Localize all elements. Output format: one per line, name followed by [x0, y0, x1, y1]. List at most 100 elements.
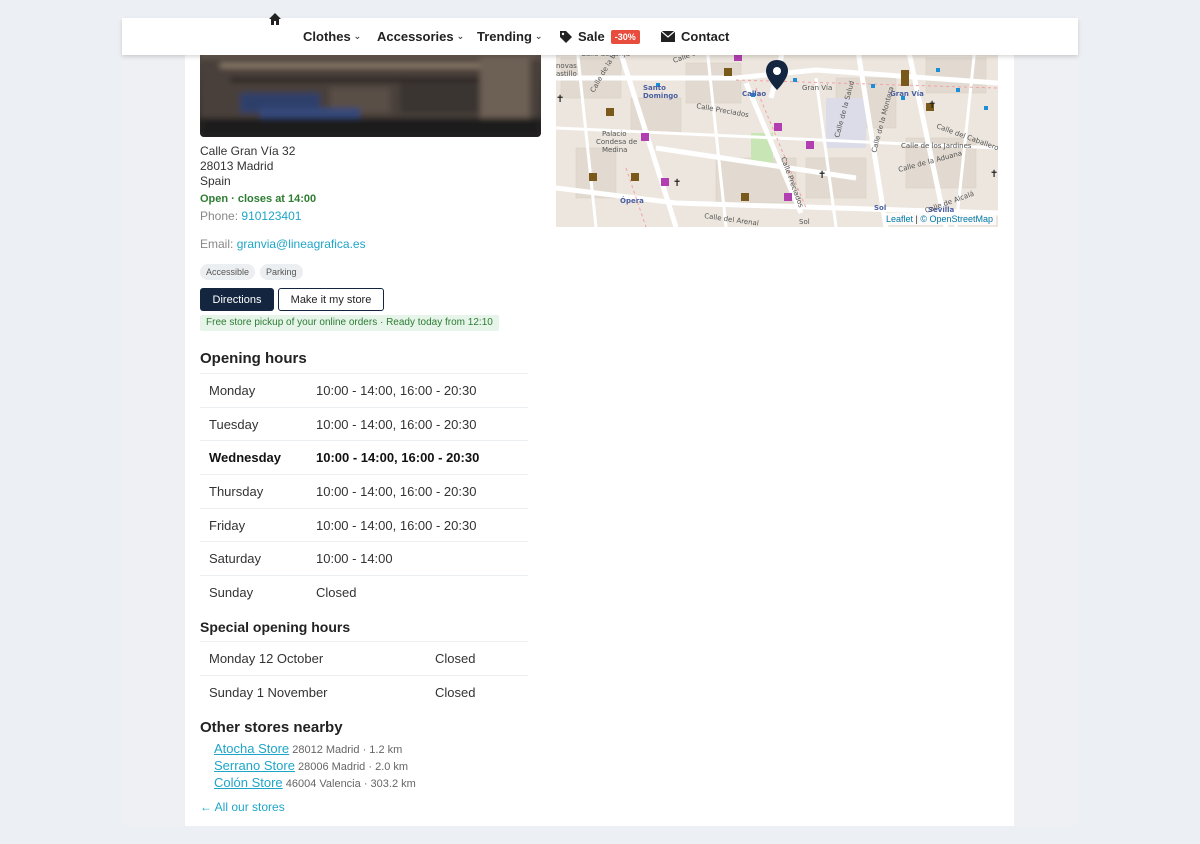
day-cell: Monday 12 October [200, 641, 426, 676]
nav-contact[interactable]: Contact [661, 18, 729, 55]
nav-sale-label: Sale [578, 29, 605, 44]
time-cell: 10:00 - 14:00, 16:00 - 20:30 [307, 440, 528, 475]
leaflet-link[interactable]: Leaflet [886, 214, 913, 224]
time-cell: Closed [307, 575, 528, 610]
list-item: Serrano Store 28006 Madrid · 2.0 km [214, 758, 416, 775]
day-cell: Tuesday [200, 406, 307, 441]
nav-clothes-label: Clothes [303, 29, 351, 44]
special-hours-table: Monday 12 October Closed Sunday 1 Novembe… [200, 641, 528, 709]
all-stores-link[interactable]: ← All our stores [200, 800, 285, 814]
day-cell: Friday [200, 507, 307, 542]
svg-text:Santo: Santo [643, 84, 666, 92]
open-status: Open · closes at 14:00 [200, 193, 317, 205]
time-cell: 10:00 - 14:00, 16:00 - 20:30 [307, 373, 528, 408]
nav-trending-label: Trending [477, 29, 532, 44]
chevron-down-icon: ⌄ [353, 31, 362, 41]
svg-text:✝: ✝ [818, 170, 826, 181]
store-location: 46004 Valencia [285, 778, 361, 790]
nearby-store-link[interactable]: Atocha Store [214, 741, 289, 756]
store-map[interactable]: ✝ ✝ ✝ ✝ ✝ Calle de Silva Santo Domingo C… [556, 38, 998, 227]
email-line: Email: granvia@lineagrafica.es [200, 237, 366, 251]
tag-parking: Parking [260, 264, 303, 280]
svg-text:Sol: Sol [799, 218, 810, 226]
list-item: Colón Store 46004 Valencia · 303.2 km [214, 775, 416, 792]
svg-text:✝: ✝ [990, 169, 998, 180]
tag-icon [560, 30, 572, 43]
nav-trending[interactable]: Trending ⌄ [477, 18, 542, 55]
table-row: Monday 10:00 - 14:00, 16:00 - 20:30 [200, 373, 528, 408]
store-location: 28012 Madrid [292, 744, 360, 756]
time-cell: 10:00 - 14:00, 16:00 - 20:30 [307, 474, 528, 509]
phone-line: Phone: 910123401 [200, 209, 301, 223]
svg-text:Gran Vía: Gran Vía [890, 90, 924, 98]
directions-button[interactable]: Directions [200, 288, 274, 311]
tag-accessible: Accessible [200, 264, 256, 280]
make-my-store-button[interactable]: Make it my store [278, 288, 384, 311]
time-cell: Closed [426, 641, 528, 676]
store-address: Calle Gran Vía 32 28013 Madrid Spain [200, 144, 295, 189]
table-row: Tuesday 10:00 - 14:00, 16:00 - 20:30 [200, 406, 528, 441]
store-distance: 303.2 km [370, 778, 416, 790]
mail-icon [661, 31, 675, 42]
svg-text:Condesa de: Condesa de [596, 138, 637, 146]
table-row: Friday 10:00 - 14:00, 16:00 - 20:30 [200, 507, 528, 542]
day-cell: Monday [200, 373, 307, 408]
nearby-store-link[interactable]: Colón Store [214, 775, 283, 790]
store-distance: 1.2 km [369, 744, 403, 756]
day-cell: Saturday [200, 541, 307, 576]
table-row: Sunday Closed [200, 575, 528, 610]
time-cell: 10:00 - 14:00 [307, 541, 528, 576]
table-row: Sunday 1 November Closed [200, 674, 528, 709]
svg-text:astillo: astillo [556, 70, 577, 78]
day-cell: Thursday [200, 474, 307, 509]
store-tags: Accessible Parking [200, 264, 303, 280]
svg-text:novas: novas [556, 62, 577, 70]
table-row-today: Wednesday 10:00 - 14:00, 16:00 - 20:30 [200, 440, 528, 475]
separator: · [368, 761, 373, 773]
table-row: Thursday 10:00 - 14:00, 16:00 - 20:30 [200, 474, 528, 509]
svg-text:✝: ✝ [928, 100, 936, 111]
pickup-notice: Free store pickup of your online orders … [200, 315, 499, 331]
email-link[interactable]: granvia@lineagrafica.es [237, 237, 366, 251]
svg-text:Ópera: Ópera [620, 196, 644, 205]
svg-text:Callao: Callao [742, 90, 766, 98]
store-distance: 2.0 km [375, 761, 409, 773]
table-row: Monday 12 October Closed [200, 641, 528, 676]
svg-text:✝: ✝ [556, 94, 564, 105]
separator: · [362, 744, 367, 756]
svg-text:Palacio: Palacio [602, 130, 627, 138]
osm-link[interactable]: © OpenStreetMap [920, 214, 993, 224]
nearby-store-link[interactable]: Serrano Store [214, 758, 295, 773]
svg-text:Gran Vía: Gran Vía [802, 84, 832, 92]
separator: · [363, 778, 368, 790]
nav-sale[interactable]: Sale -30% [559, 18, 640, 55]
svg-text:Medina: Medina [602, 146, 627, 154]
special-hours-title: Special opening hours [200, 619, 351, 635]
chevron-down-icon: ⌄ [456, 31, 465, 41]
day-cell: Sunday 1 November [200, 674, 426, 709]
nav-accessories-label: Accessories [377, 29, 454, 44]
address-country: Spain [200, 174, 231, 188]
email-label: Email: [200, 237, 234, 251]
nav-accessories[interactable]: Accessories ⌄ [377, 18, 464, 55]
table-row: Saturday 10:00 - 14:00 [200, 541, 528, 576]
store-location: 28006 Madrid [298, 761, 366, 773]
map-attribution: Leaflet | © OpenStreetMap [882, 213, 996, 225]
svg-text:✝: ✝ [673, 178, 681, 189]
list-item: Atocha Store 28012 Madrid · 1.2 km [214, 741, 416, 758]
svg-text:Calle de los Jardines: Calle de los Jardines [901, 142, 972, 150]
chevron-down-icon: ⌄ [534, 31, 543, 41]
svg-text:Sol: Sol [874, 204, 886, 212]
nav-clothes[interactable]: Clothes ⌄ [303, 18, 361, 55]
time-cell: Closed [426, 674, 528, 709]
svg-text:Domingo: Domingo [643, 92, 678, 100]
time-cell: 10:00 - 14:00, 16:00 - 20:30 [307, 507, 528, 542]
address-street: Calle Gran Vía 32 [200, 144, 296, 158]
nearby-stores-list: Atocha Store 28012 Madrid · 1.2 km Serra… [214, 741, 416, 792]
home-icon[interactable] [268, 12, 282, 26]
address-city: 28013 Madrid [200, 159, 274, 173]
nearby-stores-title: Other stores nearby [200, 719, 343, 736]
day-cell: Wednesday [200, 440, 307, 475]
nav-contact-label: Contact [681, 29, 730, 44]
phone-link[interactable]: 910123401 [241, 209, 301, 223]
